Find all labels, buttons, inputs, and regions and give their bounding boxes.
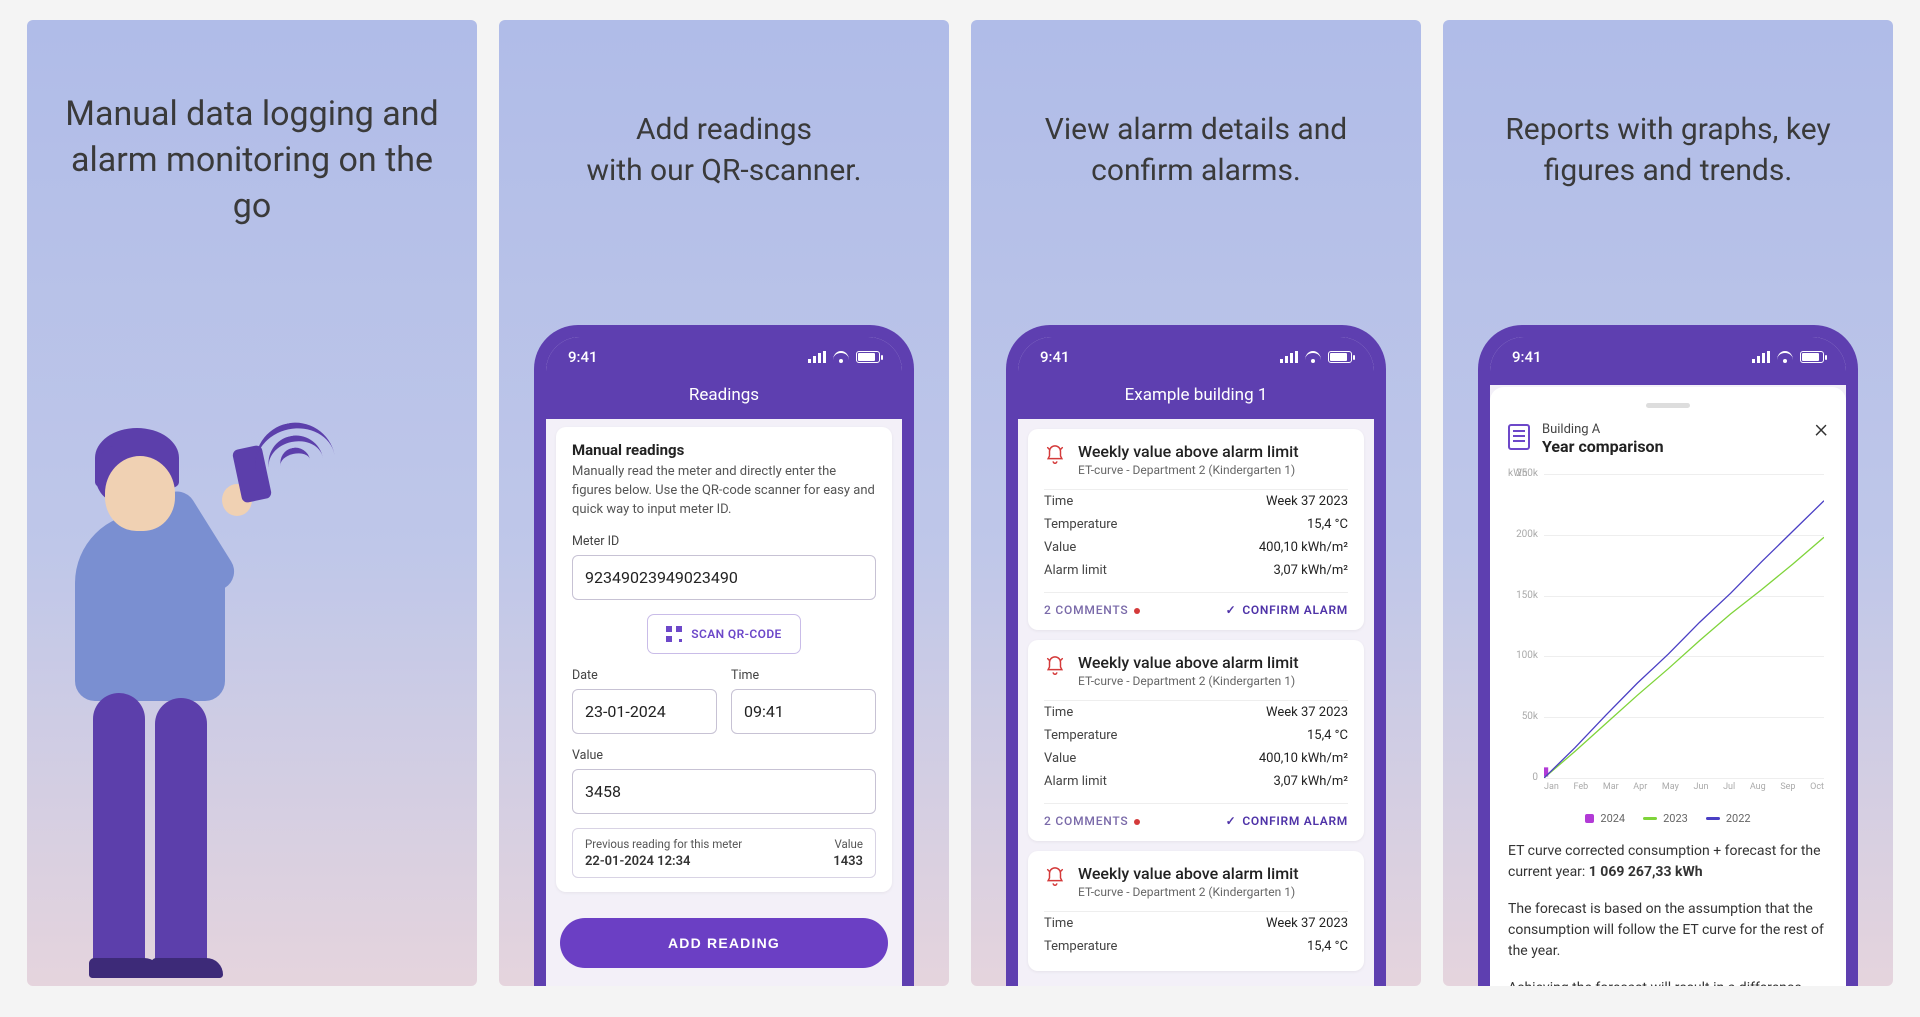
panel-title: Reports with graphs, key figures and tre… (1443, 20, 1893, 191)
alarm-subtitle: ET-curve - Department 2 (Kindergarten 1) (1078, 674, 1348, 688)
chart-xtick: Jan (1544, 782, 1559, 792)
status-time: 9:41 (568, 348, 598, 366)
value-input[interactable]: 3458 (572, 769, 876, 814)
alarm-comments-link[interactable]: 2 COMMENTS (1044, 814, 1140, 828)
chart-xtick: Oct (1810, 782, 1824, 792)
panel-title: View alarm details and confirm alarms. (971, 20, 1421, 191)
chart-xtick: Jul (1723, 782, 1735, 792)
alarm-subtitle: ET-curve - Department 2 (Kindergarten 1) (1078, 885, 1348, 899)
marketing-panel-1: Manual data logging and alarm monitoring… (27, 20, 477, 986)
time-label: Time (731, 668, 876, 683)
year-comparison-chart: kWh 050k100k150k200k250k JanFebMarAprMay… (1508, 474, 1828, 804)
chart-xtick: Aug (1750, 782, 1766, 792)
status-bar: 9:41 (1018, 337, 1374, 377)
chart-xtick: May (1662, 782, 1679, 792)
phone-frame: 9:41 Readings Manual readings Manually r… (534, 325, 914, 986)
phone-frame: 9:41 Building A Year comparison × (1478, 325, 1858, 986)
status-time: 9:41 (1040, 348, 1070, 366)
value-label: Value (572, 748, 876, 763)
status-bar: 9:41 (546, 337, 902, 377)
signal-icon (1752, 351, 1770, 363)
report-title: Year comparison (1542, 437, 1802, 456)
prev-value: 1433 (833, 854, 863, 869)
alarm-title: Weekly value above alarm limit (1078, 653, 1348, 672)
chart-xtick: Jun (1694, 782, 1709, 792)
qr-icon (666, 626, 682, 642)
report-paragraph-3: Achieving the forecast will result in a … (1508, 978, 1828, 986)
signal-icon (808, 351, 826, 363)
prev-reading-label: Previous reading for this meter (585, 837, 742, 851)
readings-card: Manual readings Manually read the meter … (556, 427, 892, 892)
app-header: Example building 1 (1018, 377, 1374, 419)
illustration (27, 366, 477, 986)
phone-frame: 9:41 Example building 1 Weekly value abo… (1006, 325, 1386, 986)
alarm-title: Weekly value above alarm limit (1078, 442, 1348, 461)
alarm-subtitle: ET-curve - Department 2 (Kindergarten 1) (1078, 463, 1348, 477)
status-time: 9:41 (1512, 348, 1542, 366)
add-reading-button[interactable]: ADD READING (560, 918, 888, 968)
battery-icon (856, 351, 880, 363)
alarm-comments-link[interactable]: 2 COMMENTS (1044, 603, 1140, 617)
wifi-icon (1305, 351, 1321, 363)
legend-label: 2023 (1663, 812, 1688, 825)
confirm-alarm-button[interactable]: ✓CONFIRM ALARM (1226, 814, 1348, 828)
alarm-bell-icon (1044, 866, 1066, 888)
chart-legend: 2024 2023 2022 (1508, 812, 1828, 825)
alarm-title: Weekly value above alarm limit (1078, 864, 1348, 883)
marketing-panel-4: Reports with graphs, key figures and tre… (1443, 20, 1893, 986)
status-bar: 9:41 (1490, 337, 1846, 377)
chart-ytick: 0 (1508, 772, 1538, 783)
chart-ytick: 150k (1508, 590, 1538, 601)
wifi-icon (833, 351, 849, 363)
chart-xtick: Feb (1573, 782, 1588, 792)
meter-id-label: Meter ID (572, 534, 876, 549)
scan-qr-label: SCAN QR-CODE (691, 627, 781, 641)
time-input[interactable]: 09:41 (731, 689, 876, 734)
prev-reading-date: 22-01-2024 12:34 (585, 854, 742, 869)
signal-icon (1280, 351, 1298, 363)
legend-label: 2022 (1726, 812, 1751, 825)
manual-readings-desc: Manually read the meter and directly ent… (572, 463, 876, 520)
chart-ytick: 50k (1508, 711, 1538, 722)
close-icon[interactable]: × (1814, 422, 1828, 438)
marketing-panel-3: View alarm details and confirm alarms. 9… (971, 20, 1421, 986)
report-paragraph-2: The forecast is based on the assumption … (1508, 899, 1828, 962)
date-input[interactable]: 23-01-2024 (572, 689, 717, 734)
app-header: Readings (546, 377, 902, 419)
legend-swatch-2022 (1706, 817, 1720, 820)
alarm-card[interactable]: Weekly value above alarm limit ET-curve … (1028, 851, 1364, 971)
report-subtitle: Building A (1542, 422, 1802, 437)
legend-swatch-2023 (1643, 817, 1657, 820)
alarm-card[interactable]: Weekly value above alarm limit ET-curve … (1028, 429, 1364, 630)
chart-xtick: Apr (1633, 782, 1647, 792)
legend-swatch-2024 (1585, 814, 1594, 823)
alarm-bell-icon (1044, 444, 1066, 466)
meter-id-input[interactable]: 92349023949023490 (572, 555, 876, 600)
marketing-panel-2: Add readings with our QR-scanner. 9:41 R… (499, 20, 949, 986)
chart-ytick: 200k (1508, 529, 1538, 540)
legend-label: 2024 (1600, 812, 1625, 825)
wifi-icon (1777, 351, 1793, 363)
battery-icon (1800, 351, 1824, 363)
confirm-alarm-button[interactable]: ✓CONFIRM ALARM (1226, 603, 1348, 617)
alarm-card[interactable]: Weekly value above alarm limit ET-curve … (1028, 640, 1364, 841)
prev-value-label: Value (833, 837, 863, 851)
chart-xtick: Sep (1780, 782, 1795, 792)
battery-icon (1328, 351, 1352, 363)
report-sheet: Building A Year comparison × kWh 050k100… (1490, 387, 1846, 986)
panel-title: Manual data logging and alarm monitoring… (27, 20, 477, 230)
panel-title: Add readings with our QR-scanner. (499, 20, 949, 191)
chart-ytick: 250k (1508, 468, 1538, 479)
alarm-bell-icon (1044, 655, 1066, 677)
previous-reading-box: Previous reading for this meter 22-01-20… (572, 828, 876, 878)
chart-ytick: 100k (1508, 650, 1538, 661)
scan-qr-button[interactable]: SCAN QR-CODE (647, 614, 800, 654)
sheet-handle[interactable] (1646, 403, 1690, 408)
chart-xtick: Mar (1603, 782, 1619, 792)
date-label: Date (572, 668, 717, 683)
manual-readings-heading: Manual readings (572, 441, 876, 459)
report-paragraph-1: ET curve corrected consumption + forecas… (1508, 841, 1828, 883)
document-icon (1508, 424, 1530, 450)
